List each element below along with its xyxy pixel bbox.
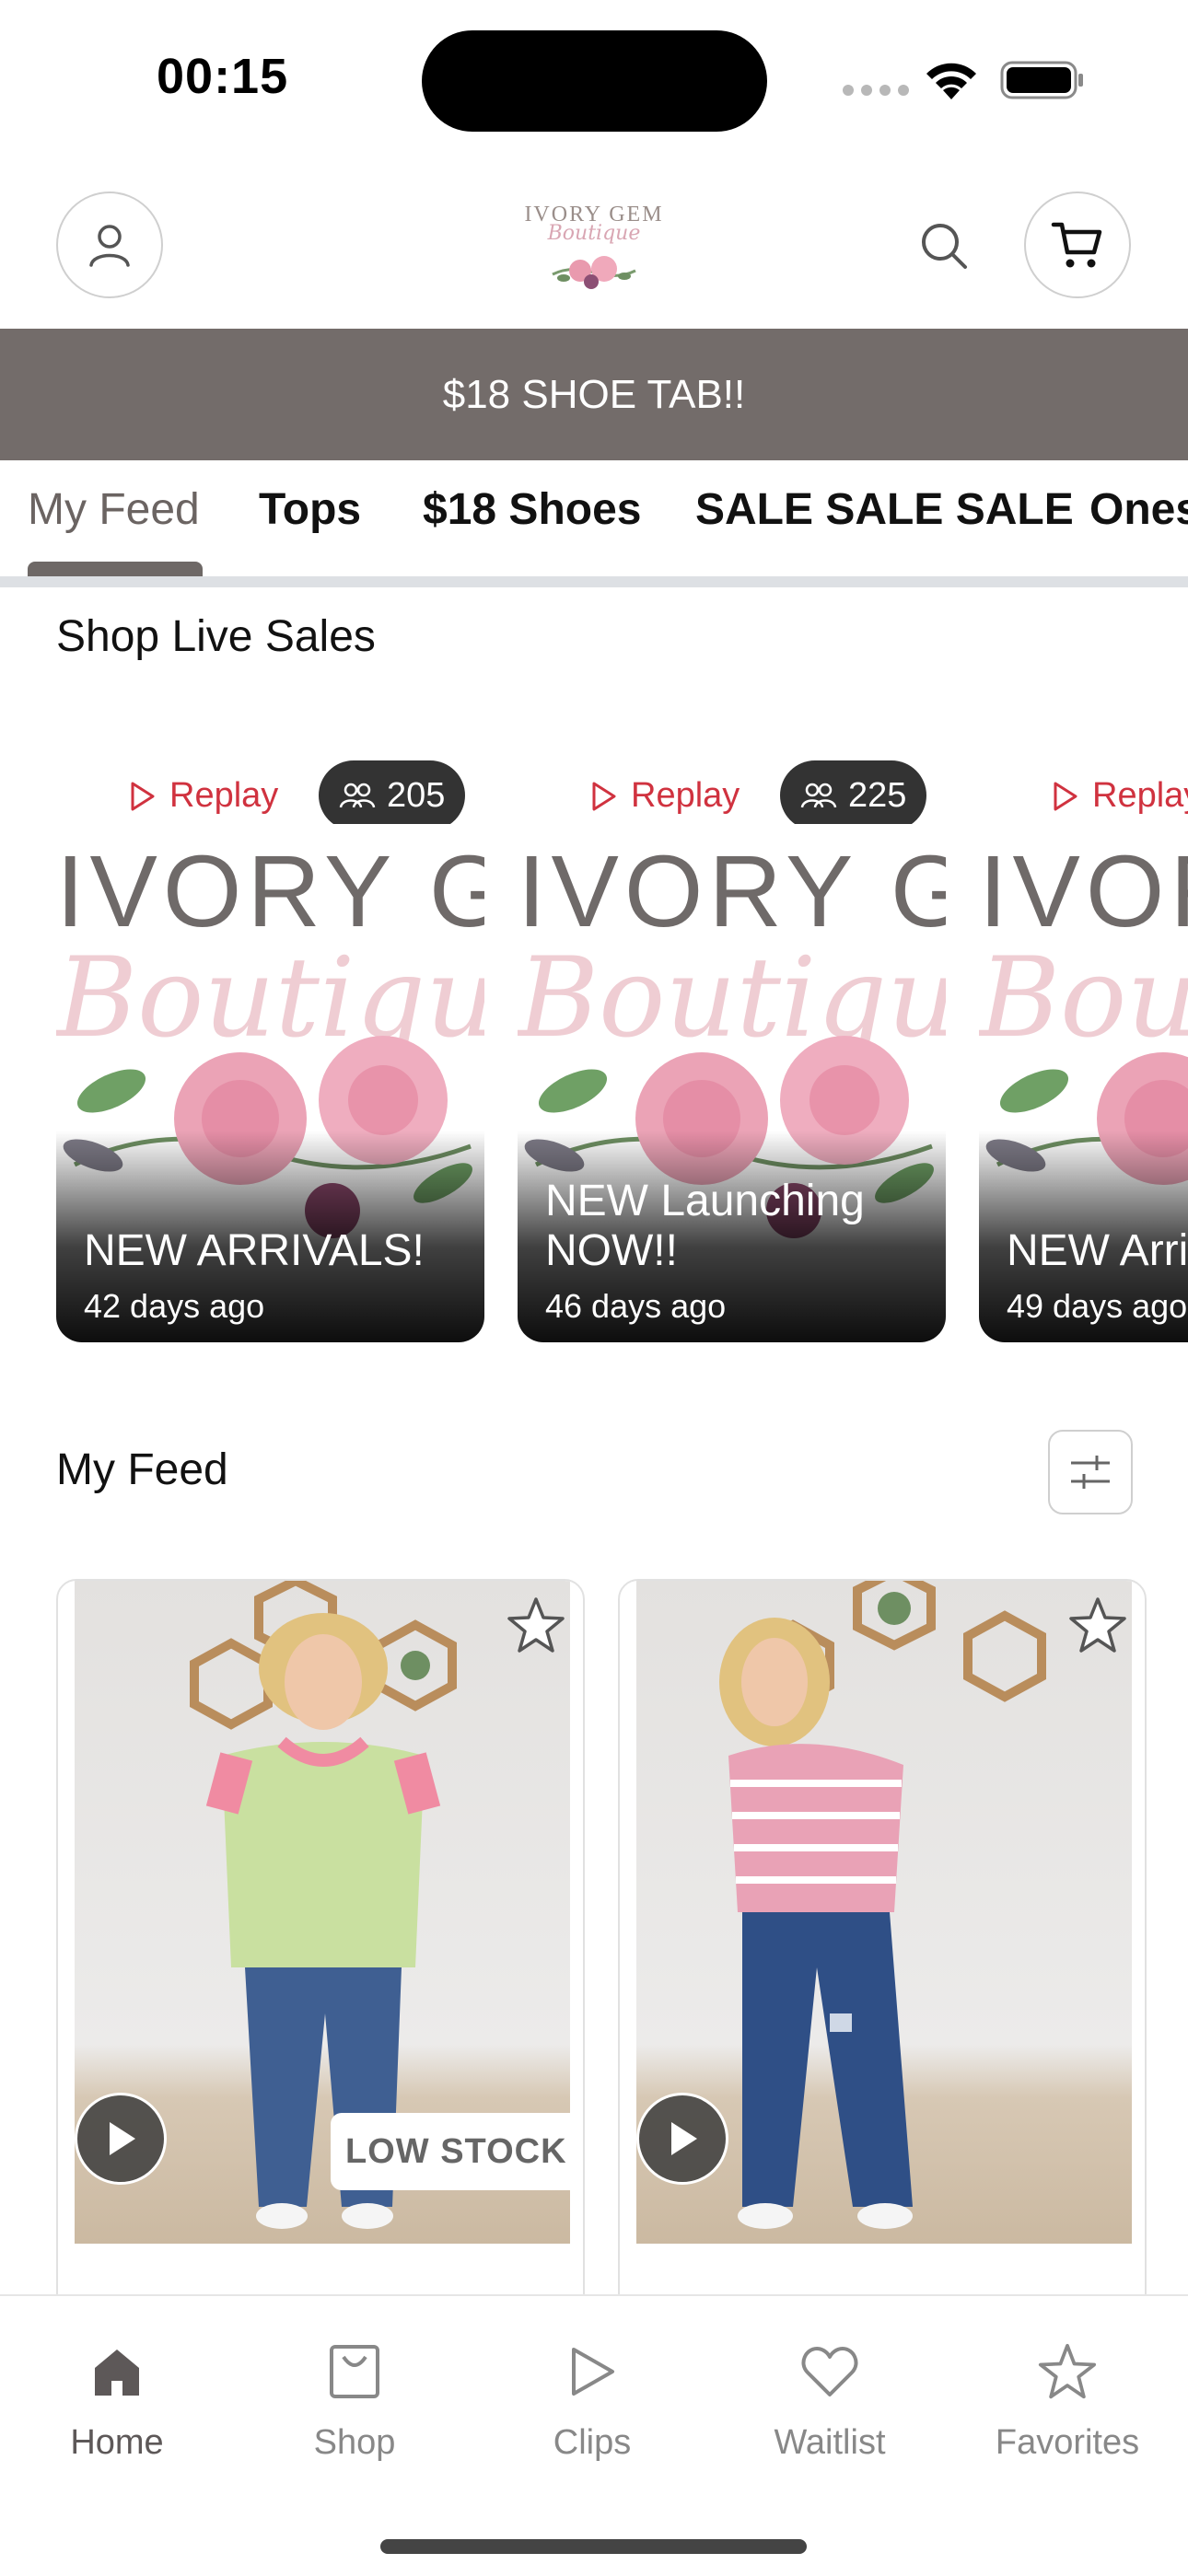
status-time: 00:15 xyxy=(157,49,289,104)
star-icon xyxy=(1038,2343,1097,2399)
live-sale-title: NEW Launching NOW!! xyxy=(545,1177,865,1275)
home-indicator xyxy=(380,2539,807,2554)
user-icon xyxy=(89,225,130,267)
feed-heading: My Feed xyxy=(56,1445,228,1494)
battery-icon xyxy=(1000,61,1083,99)
active-tab-indicator xyxy=(28,562,203,576)
viewers-icon xyxy=(339,783,376,808)
nav-clips[interactable]: Clips xyxy=(500,2333,684,2463)
wifi-icon xyxy=(926,63,976,99)
play-video-button[interactable] xyxy=(75,2093,167,2185)
live-sale-title: NEW ARRIVALS! xyxy=(84,1226,425,1275)
live-sale-age: 42 days ago xyxy=(84,1287,265,1325)
live-sale-age: 46 days ago xyxy=(545,1287,727,1325)
nav-shop[interactable]: Shop xyxy=(262,2333,447,2463)
live-sale-age: 49 days ago xyxy=(1007,1287,1188,1325)
home-icon xyxy=(95,2350,139,2396)
low-stock-badge: LOW STOCK xyxy=(331,2113,582,2190)
cart-button[interactable] xyxy=(1024,191,1131,298)
promo-banner[interactable]: $18 SHOE TAB!! xyxy=(0,329,1188,460)
product-card[interactable]: LOW STOCK xyxy=(56,1579,585,2371)
live-sales-heading: Shop Live Sales xyxy=(56,612,376,661)
nav-waitlist[interactable]: Waitlist xyxy=(738,2333,922,2463)
filter-sliders-icon xyxy=(1071,1456,1110,1489)
replay-label[interactable]: Replay xyxy=(1052,776,1188,816)
replay-play-icon xyxy=(592,782,616,810)
store-logo[interactable]: IVORY GEM Boutique xyxy=(516,203,672,299)
replay-label[interactable]: Replay xyxy=(590,776,740,816)
viewer-count-badge: 225 xyxy=(780,760,927,830)
live-sale-card[interactable]: IVORY GEM Boutique NEW Arri 49 days ago xyxy=(979,824,1188,1342)
dynamic-island xyxy=(422,30,767,132)
live-sale-card[interactable]: IVORY GEM Boutique NEW Launching NOW!! 4… xyxy=(518,824,946,1342)
tab-18-shoes[interactable]: $18 Shoes xyxy=(423,484,641,535)
play-icon xyxy=(671,2122,697,2155)
heart-icon xyxy=(801,2347,858,2396)
filter-button[interactable] xyxy=(1048,1430,1133,1514)
play-video-button[interactable] xyxy=(636,2093,728,2185)
nav-home[interactable]: Home xyxy=(25,2333,209,2463)
tab-sale[interactable]: SALE SALE SALE xyxy=(695,484,1074,535)
search-icon[interactable] xyxy=(917,219,973,274)
nav-favorites[interactable]: Favorites xyxy=(975,2333,1159,2463)
shopping-bag-icon xyxy=(330,2345,379,2398)
floral-logo-graphic xyxy=(552,256,636,289)
live-sale-card-clip: IVORY GEM Boutique NEW Arri 49 days ago xyxy=(979,824,1188,1342)
product-card[interactable] xyxy=(618,1579,1147,2371)
cart-icon xyxy=(1051,222,1102,268)
play-icon xyxy=(110,2122,135,2155)
tabs-divider xyxy=(0,576,1188,587)
tab-tops[interactable]: Tops xyxy=(259,484,361,535)
tab-my-feed[interactable]: My Feed xyxy=(28,484,200,535)
cellular-signal-icon xyxy=(843,85,909,96)
account-button[interactable] xyxy=(56,191,163,298)
live-sale-card[interactable]: IVORY GEM Boutique NEW ARRIVALS! 42 days… xyxy=(56,824,484,1342)
replay-label[interactable]: Replay xyxy=(129,776,278,816)
favorite-star-icon[interactable] xyxy=(504,1594,568,1658)
viewers-icon xyxy=(800,783,837,808)
play-icon xyxy=(572,2348,614,2396)
favorite-star-icon[interactable] xyxy=(1066,1594,1130,1658)
viewer-count-badge: 205 xyxy=(319,760,466,830)
live-sale-title: NEW Arri xyxy=(1007,1226,1188,1275)
product-image xyxy=(636,1581,1132,2244)
bottom-tab-bar: Home Shop Clips Waitlist Favorites xyxy=(0,2294,1188,2576)
tab-ones[interactable]: Ones xyxy=(1089,484,1188,535)
replay-play-icon xyxy=(1054,782,1077,810)
replay-play-icon xyxy=(131,782,155,810)
